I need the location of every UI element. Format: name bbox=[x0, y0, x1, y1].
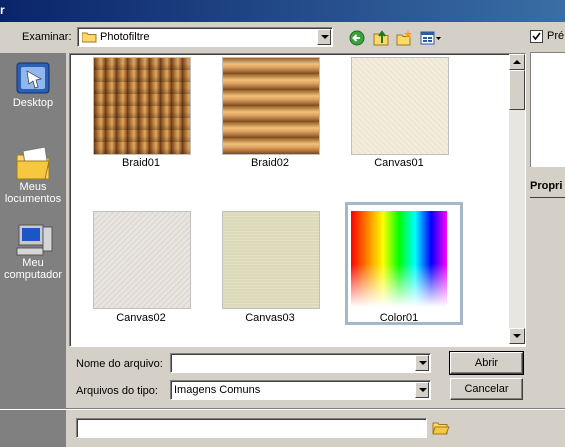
look-in-value: Photofiltre bbox=[100, 31, 150, 43]
preview-label: Pré bbox=[547, 30, 565, 42]
properties-label: Propri bbox=[530, 180, 563, 192]
back-icon[interactable] bbox=[349, 30, 365, 46]
look-in-dropdown-arrow[interactable] bbox=[317, 29, 331, 45]
file-label-braid02: Braid02 bbox=[251, 157, 289, 169]
place-my-documents-label: Meus locumentos bbox=[4, 181, 62, 205]
look-in-label: Examinar: bbox=[22, 31, 72, 43]
path-input[interactable] bbox=[76, 418, 427, 438]
bottom-left-panel bbox=[0, 410, 44, 447]
cancel-button[interactable]: Cancelar bbox=[450, 378, 523, 400]
preview-pane bbox=[530, 52, 565, 167]
folder-icon bbox=[81, 31, 97, 43]
vertical-scrollbar[interactable] bbox=[509, 54, 525, 344]
window-title: r bbox=[0, 3, 5, 17]
place-desktop[interactable]: Desktop bbox=[0, 61, 66, 109]
place-my-computer-label: Meu computador bbox=[3, 257, 63, 281]
file-thumbnail-canvas01[interactable] bbox=[351, 57, 449, 155]
filename-dropdown-arrow[interactable] bbox=[415, 355, 429, 371]
filename-label: Nome do arquivo: bbox=[76, 358, 163, 370]
file-thumbnail-braid01[interactable] bbox=[93, 57, 191, 155]
scroll-thumb[interactable] bbox=[509, 70, 525, 110]
scroll-down-button[interactable] bbox=[509, 328, 525, 344]
filetype-select[interactable]: Imagens Comuns bbox=[170, 380, 431, 400]
open-button[interactable]: Abrir bbox=[449, 351, 524, 375]
place-my-documents[interactable]: Meus locumentos bbox=[0, 145, 66, 205]
file-thumbnail-color01[interactable] bbox=[351, 211, 447, 307]
file-list-view[interactable]: Braid01 Braid02 Canvas01 Canvas02 Canvas… bbox=[69, 53, 526, 347]
my-documents-icon bbox=[15, 145, 51, 180]
file-label-canvas03: Canvas03 bbox=[245, 312, 295, 324]
place-my-computer[interactable]: Meu computador bbox=[0, 221, 66, 281]
browse-folder-icon[interactable] bbox=[432, 419, 450, 435]
places-bar: Desktop Meus locumentos Meu computador bbox=[0, 53, 66, 447]
file-thumbnail-braid02[interactable] bbox=[222, 57, 320, 155]
bottom-divider-highlight bbox=[0, 409, 565, 410]
my-computer-icon bbox=[15, 221, 53, 256]
new-folder-icon[interactable] bbox=[396, 29, 413, 46]
file-thumbnail-canvas03[interactable] bbox=[222, 211, 320, 309]
desktop-icon bbox=[15, 61, 51, 95]
look-in-combo[interactable]: Photofiltre bbox=[77, 27, 333, 47]
file-thumbnail-canvas02[interactable] bbox=[93, 211, 191, 309]
title-bar: r bbox=[0, 0, 565, 22]
file-label-canvas01: Canvas01 bbox=[374, 157, 424, 169]
place-desktop-label: Desktop bbox=[12, 97, 54, 109]
file-label-canvas02: Canvas02 bbox=[116, 312, 166, 324]
filetype-value: Imagens Comuns bbox=[174, 384, 261, 396]
filetype-label: Arquivos do tipo: bbox=[76, 385, 158, 397]
view-menu-icon[interactable] bbox=[420, 31, 442, 45]
up-folder-icon[interactable] bbox=[373, 29, 389, 46]
filetype-dropdown-arrow[interactable] bbox=[415, 382, 429, 398]
properties-divider bbox=[530, 197, 565, 198]
preview-checkbox[interactable] bbox=[530, 30, 543, 43]
file-label-color01: Color01 bbox=[379, 312, 419, 324]
file-label-braid01: Braid01 bbox=[122, 157, 160, 169]
scroll-up-button[interactable] bbox=[509, 54, 525, 70]
filename-input[interactable] bbox=[170, 353, 431, 373]
